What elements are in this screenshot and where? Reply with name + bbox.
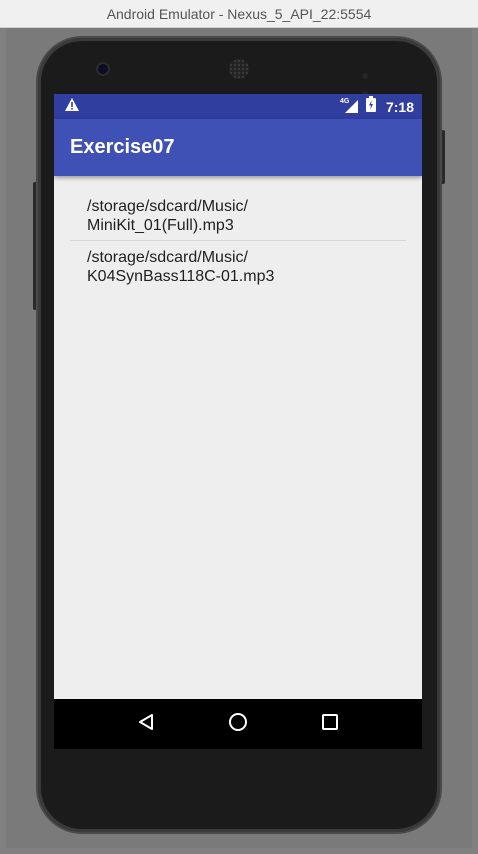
status-bar: 4G 7:18 bbox=[54, 94, 422, 119]
list-item[interactable]: /storage/sdcard/Music/ MiniKit_01(Full).… bbox=[70, 197, 406, 241]
app-bar: Exercise07 bbox=[54, 119, 422, 176]
list-item-filename: K04SynBass118C-01.mp3 bbox=[87, 268, 275, 285]
status-icons: 4G 7:18 bbox=[340, 96, 414, 117]
speaker-grille-icon bbox=[229, 59, 249, 79]
battery-icon bbox=[365, 96, 376, 117]
home-button[interactable] bbox=[218, 704, 258, 744]
emulator-window: Android Emulator - Nexus_5_API_22:5554 4… bbox=[0, 0, 478, 854]
recents-button[interactable] bbox=[310, 704, 350, 744]
warning-icon bbox=[64, 97, 80, 117]
phone-screen: 4G 7:18 Exercise07 /storage/sdcard/Music… bbox=[54, 94, 422, 749]
list-item-path: /storage/sdcard/Music/ bbox=[87, 249, 248, 266]
back-icon bbox=[137, 713, 155, 736]
status-clock: 7:18 bbox=[385, 98, 414, 115]
list-item-path: /storage/sdcard/Music/ bbox=[87, 198, 248, 215]
window-title: Android Emulator - Nexus_5_API_22:5554 bbox=[106, 5, 372, 22]
list-item-filename: MiniKit_01(Full).mp3 bbox=[87, 217, 234, 234]
back-button[interactable] bbox=[126, 704, 166, 744]
front-camera-icon bbox=[98, 64, 108, 74]
file-list: /storage/sdcard/Music/ MiniKit_01(Full).… bbox=[54, 176, 422, 291]
home-icon bbox=[228, 712, 248, 737]
app-title: Exercise07 bbox=[70, 136, 175, 158]
navigation-bar bbox=[54, 699, 422, 749]
recents-icon bbox=[321, 713, 339, 736]
list-item[interactable]: /storage/sdcard/Music/ K04SynBass118C-01… bbox=[70, 241, 406, 291]
network-type-label: 4G bbox=[339, 98, 350, 105]
sensors bbox=[362, 66, 384, 97]
signal-icon: 4G bbox=[339, 98, 360, 114]
window-titlebar: Android Emulator - Nexus_5_API_22:5554 bbox=[0, 0, 478, 28]
